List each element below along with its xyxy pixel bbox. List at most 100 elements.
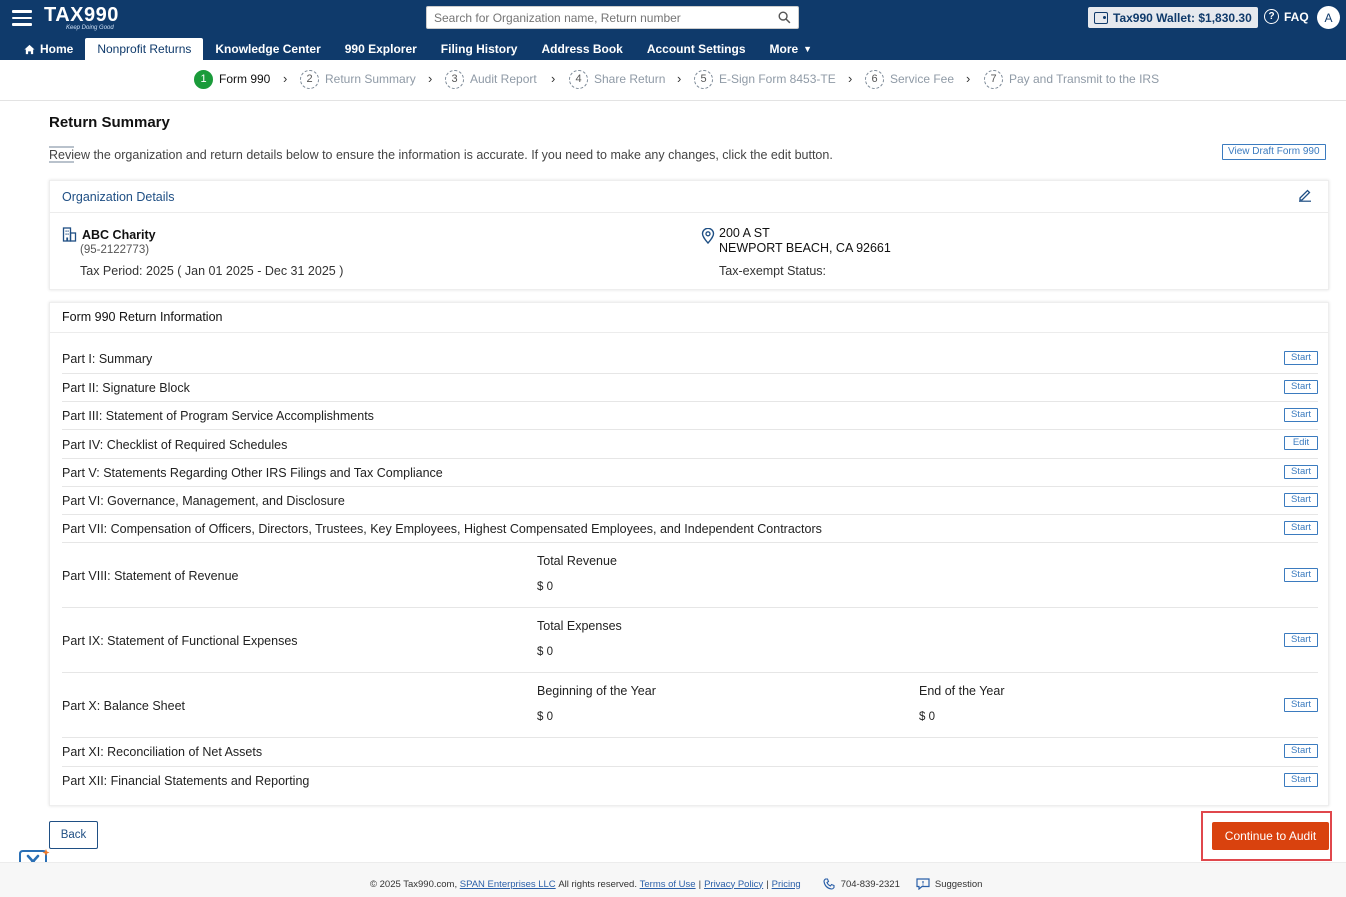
step-share-return[interactable]: 4 Share Return xyxy=(569,69,665,89)
span-enterprises-link[interactable]: SPAN Enterprises LLC xyxy=(460,879,556,890)
part-label: Part VII: Compensation of Officers, Dire… xyxy=(62,522,822,536)
nav-item-address-book[interactable]: Address Book xyxy=(529,38,634,60)
nav-label: More xyxy=(769,41,799,56)
part-row: Part III: Statement of Program Service A… xyxy=(62,402,1318,430)
footer: © 2025 Tax990.com, SPAN Enterprises LLC … xyxy=(0,862,1346,897)
nav-item-more[interactable]: More ▼ xyxy=(758,38,825,60)
view-draft-button[interactable]: View Draft Form 990 xyxy=(1222,144,1326,160)
part-label: Part IV: Checklist of Required Schedules xyxy=(62,438,288,452)
faq-button[interactable]: ? FAQ xyxy=(1264,9,1309,24)
part-start-button[interactable]: Start xyxy=(1284,380,1318,394)
organization-details-card: Organization Details ABC Charity (95-212… xyxy=(49,180,1329,290)
suggestion-label: Suggestion xyxy=(934,878,983,890)
menu-icon[interactable] xyxy=(12,10,32,26)
pricing-link[interactable]: Pricing xyxy=(772,879,801,890)
total-expenses-label: Total Expenses xyxy=(537,619,622,633)
part-label: Part V: Statements Regarding Other IRS F… xyxy=(62,466,443,480)
home-icon xyxy=(24,44,35,54)
suggestion-link[interactable]: Suggestion xyxy=(916,878,983,890)
step-audit-report[interactable]: 3 Audit Report xyxy=(445,69,537,89)
step-label: Service Fee xyxy=(890,72,955,86)
step-label: Audit Report xyxy=(470,72,537,86)
step-pay-transmit[interactable]: 7 Pay and Transmit to the IRS xyxy=(984,69,1159,89)
nav-item-nonprofit-returns[interactable]: Nonprofit Returns xyxy=(85,38,204,60)
chevron-right-icon: › xyxy=(551,71,556,86)
terms-of-use-link[interactable]: Terms of Use xyxy=(640,879,696,890)
footer-rights: All rights reserved. xyxy=(558,878,637,890)
org-ein: (95-2122773) xyxy=(80,244,150,256)
part-label: Part XII: Financial Statements and Repor… xyxy=(62,774,310,788)
part-edit-button[interactable]: Edit xyxy=(1284,436,1318,450)
separator: | xyxy=(766,878,769,890)
org-card-header: Organization Details xyxy=(50,181,1328,213)
beginning-year-value: $ 0 xyxy=(537,711,553,723)
chevron-down-icon: ▼ xyxy=(803,43,813,54)
part-row: Part X: Balance Sheet Beginning of the Y… xyxy=(62,673,1318,738)
part-label: Part I: Summary xyxy=(62,352,153,366)
step-label: Share Return xyxy=(594,72,666,86)
part-start-button[interactable]: Start xyxy=(1284,744,1318,758)
phone-number: 704-839-2321 xyxy=(840,878,900,890)
end-year-value: $ 0 xyxy=(919,711,935,723)
nav-item-filing-history[interactable]: Filing History xyxy=(429,38,530,60)
brand-name: TAX990 xyxy=(44,4,119,26)
step-number: 3 xyxy=(445,69,464,89)
beginning-year-label: Beginning of the Year xyxy=(537,684,656,698)
part-start-button[interactable]: Start xyxy=(1284,773,1318,787)
step-return-summary[interactable]: 2 Return Summary xyxy=(300,69,416,89)
nav-item-account-settings[interactable]: Account Settings xyxy=(635,38,758,60)
title-underline xyxy=(49,136,105,163)
edit-icon[interactable] xyxy=(1298,188,1312,202)
part-row: Part VII: Compensation of Officers, Dire… xyxy=(62,515,1318,543)
part-start-button[interactable]: Start xyxy=(1284,493,1318,507)
part-start-button[interactable]: Start xyxy=(1284,351,1318,365)
nav-item-990-explorer[interactable]: 990 Explorer xyxy=(333,38,429,60)
chevron-right-icon: › xyxy=(677,71,682,86)
step-number: 4 xyxy=(569,69,588,89)
progress-stepper: 1 Form 990 › 2 Return Summary › 3 Audit Rep… xyxy=(0,60,1346,101)
step-form-990[interactable]: 1 Form 990 xyxy=(194,69,270,89)
form-section-label: Form 990 Return Information xyxy=(50,303,1328,333)
wallet-label: Tax990 Wallet: $1,830.30 xyxy=(1113,10,1252,25)
step-label: E-Sign Form 8453-TE xyxy=(719,72,836,86)
part-start-button[interactable]: Start xyxy=(1284,698,1318,712)
tax-period: Tax Period: 2025 ( Jan 01 2025 - Dec 31 … xyxy=(80,264,344,278)
avatar[interactable]: A xyxy=(1317,6,1340,29)
step-number: 2 xyxy=(300,69,319,89)
part-label: Part VIII: Statement of Revenue xyxy=(62,569,239,583)
part-label: Part III: Statement of Program Service A… xyxy=(62,409,374,423)
wallet-button[interactable]: Tax990 Wallet: $1,830.30 xyxy=(1088,7,1258,28)
footer-phone[interactable]: 704-839-2321 xyxy=(823,878,900,890)
nav-item-home[interactable]: Home xyxy=(0,38,85,60)
step-service-fee[interactable]: 6 Service Fee xyxy=(865,69,954,89)
step-number: 7 xyxy=(984,69,1003,89)
search-box xyxy=(426,6,799,29)
step-label: Pay and Transmit to the IRS xyxy=(1009,72,1160,86)
nav-item-knowledge-center[interactable]: Knowledge Center xyxy=(203,38,332,60)
part-start-button[interactable]: Start xyxy=(1284,408,1318,422)
part-row: Part V: Statements Regarding Other IRS F… xyxy=(62,459,1318,487)
part-row: Part VI: Governance, Management, and Dis… xyxy=(62,487,1318,515)
logo[interactable]: TAX990 Keep Doing Good xyxy=(44,4,119,31)
main-nav: Home Nonprofit Returns Knowledge Center … xyxy=(0,38,824,60)
privacy-policy-link[interactable]: Privacy Policy xyxy=(704,879,763,890)
search-input[interactable] xyxy=(427,7,767,28)
part-start-button[interactable]: Start xyxy=(1284,568,1318,582)
part-start-button[interactable]: Start xyxy=(1284,633,1318,647)
wallet-icon xyxy=(1094,11,1108,24)
back-button[interactable]: Back xyxy=(49,821,98,849)
page-intro: Review the organization and return detai… xyxy=(49,148,833,162)
part-row: Part XI: Reconciliation of Net Assets St… xyxy=(62,738,1318,767)
part-row: Part IX: Statement of Functional Expense… xyxy=(62,608,1318,673)
page-title: Return Summary xyxy=(49,114,170,131)
step-label: Return Summary xyxy=(325,72,416,86)
search-icon[interactable] xyxy=(778,11,791,24)
part-start-button[interactable]: Start xyxy=(1284,521,1318,535)
continue-to-audit-button[interactable]: Continue to Audit xyxy=(1212,822,1329,850)
part-start-button[interactable]: Start xyxy=(1284,465,1318,479)
part-label: Part XI: Reconciliation of Net Assets xyxy=(62,745,263,759)
location-pin-icon xyxy=(701,228,715,244)
part-label: Part X: Balance Sheet xyxy=(62,699,185,713)
step-e-sign[interactable]: 5 E-Sign Form 8453-TE xyxy=(694,69,836,89)
org-name: ABC Charity xyxy=(62,227,156,242)
